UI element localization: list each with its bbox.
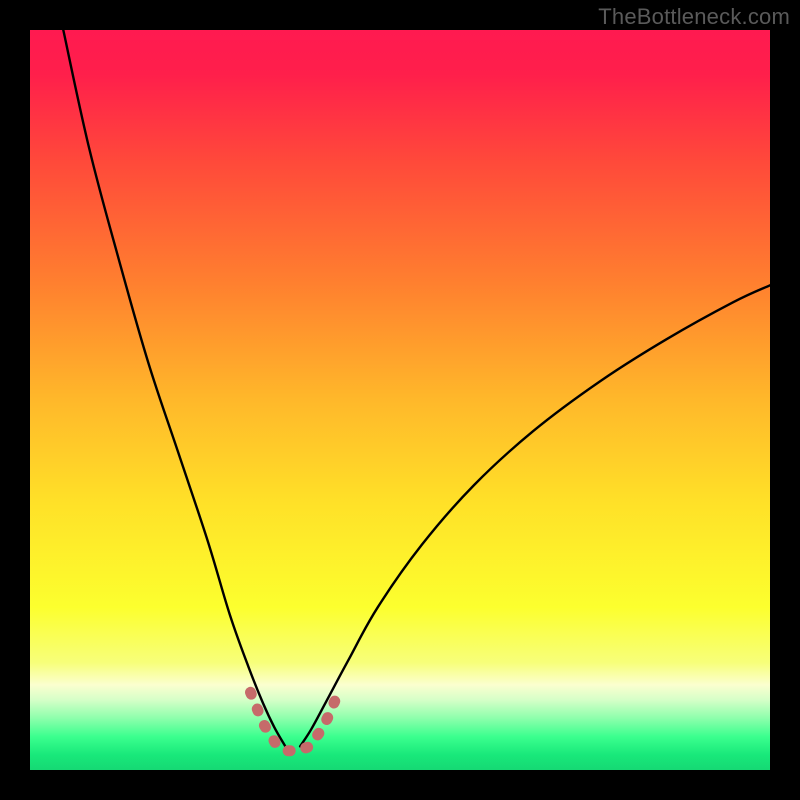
left-branch-curve [63, 30, 285, 746]
chart-stage: TheBottleneck.com [0, 0, 800, 800]
watermark-text: TheBottleneck.com [598, 4, 790, 30]
plot-area [30, 30, 770, 770]
curve-layer [30, 30, 770, 770]
right-branch-curve [300, 285, 770, 746]
